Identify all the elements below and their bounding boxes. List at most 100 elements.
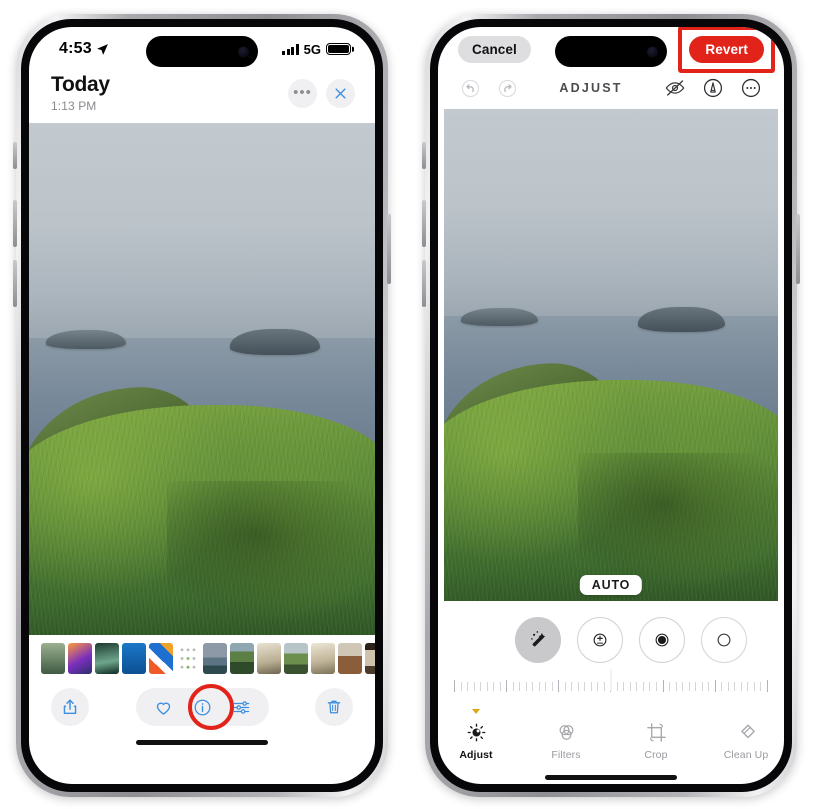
slider-tick bbox=[564, 681, 566, 691]
slider-tick bbox=[486, 681, 488, 691]
editor-more-button[interactable] bbox=[740, 77, 762, 99]
adjust-intensity-slider[interactable] bbox=[454, 669, 768, 697]
viewer-header: Today 1:13 PM ••• bbox=[29, 71, 375, 123]
front-camera-icon bbox=[238, 46, 249, 57]
mode-filters[interactable]: Filters bbox=[538, 709, 594, 761]
thumb-dog-b[interactable] bbox=[311, 643, 335, 674]
undo-button[interactable] bbox=[460, 78, 481, 99]
location-arrow-icon bbox=[96, 43, 108, 55]
auto-adjust-button[interactable] bbox=[515, 617, 561, 663]
power-button[interactable] bbox=[387, 214, 391, 284]
action-button[interactable] bbox=[13, 142, 17, 169]
cancel-button[interactable]: Cancel bbox=[458, 35, 531, 63]
editor-toolbar: ADJUST bbox=[438, 71, 784, 109]
auto-badge: AUTO bbox=[579, 575, 643, 595]
photo-editor-canvas[interactable]: AUTO bbox=[444, 109, 778, 601]
slider-tick bbox=[662, 680, 664, 692]
battery-icon bbox=[326, 42, 351, 56]
slider-tick bbox=[675, 681, 677, 691]
exposure-icon bbox=[593, 633, 607, 647]
info-button[interactable] bbox=[193, 698, 212, 717]
exposure-button[interactable] bbox=[577, 617, 623, 663]
thumb-room[interactable] bbox=[338, 643, 362, 674]
edit-adjust-button[interactable] bbox=[232, 698, 251, 717]
phone-left: 4:53 5G Today 1:13 PM ••• bbox=[13, 14, 391, 797]
volume-up-button[interactable] bbox=[422, 200, 426, 247]
slider-tick bbox=[714, 680, 716, 692]
close-button[interactable] bbox=[326, 79, 355, 108]
thumb-doorway[interactable] bbox=[365, 643, 375, 674]
thumb-forest[interactable] bbox=[41, 643, 65, 674]
more-options-button[interactable]: ••• bbox=[288, 79, 317, 108]
share-button[interactable] bbox=[51, 688, 89, 726]
volume-down-button[interactable] bbox=[422, 260, 426, 307]
slider-tick bbox=[519, 681, 521, 691]
photo-sky bbox=[29, 123, 375, 344]
mode-adjust[interactable]: Adjust bbox=[448, 709, 504, 761]
thumb-meadow[interactable] bbox=[284, 643, 308, 674]
slider-tick bbox=[727, 681, 729, 691]
thumb-dog-a[interactable] bbox=[257, 643, 281, 674]
slider-tick bbox=[467, 681, 469, 691]
slider-tick bbox=[577, 681, 579, 691]
thumb-sunset[interactable] bbox=[68, 643, 92, 674]
filters-circles-icon bbox=[559, 725, 573, 740]
photo-grass-shadow bbox=[577, 453, 778, 582]
home-indicator bbox=[545, 775, 677, 780]
phone-right: Cancel Revert ADJUST AUTO Adjust Filters… bbox=[422, 14, 800, 797]
markup-pen-circle-icon bbox=[703, 78, 723, 98]
thumb-iphone[interactable] bbox=[95, 643, 119, 674]
brilliance-icon bbox=[655, 633, 669, 647]
photos-viewer-screen: 4:53 5G Today 1:13 PM ••• bbox=[29, 27, 375, 784]
slider-thumb[interactable] bbox=[610, 669, 612, 691]
slider-tick bbox=[747, 681, 749, 691]
thumb-blue[interactable] bbox=[122, 643, 146, 674]
photo-image[interactable] bbox=[29, 123, 375, 635]
info-circle-icon bbox=[194, 699, 210, 715]
viewer-action-group bbox=[135, 684, 269, 730]
action-button[interactable] bbox=[422, 142, 426, 169]
photo-filmstrip[interactable] bbox=[29, 635, 375, 678]
dynamic-island bbox=[555, 36, 667, 67]
slider-tick bbox=[753, 681, 755, 691]
slider-tick bbox=[538, 681, 540, 691]
hide-markup-button[interactable] bbox=[664, 77, 686, 99]
thumb-field[interactable] bbox=[230, 643, 254, 674]
delete-button[interactable] bbox=[315, 688, 353, 726]
brilliance-button[interactable] bbox=[639, 617, 685, 663]
thumb-stripes[interactable] bbox=[149, 643, 173, 674]
slider-tick bbox=[740, 681, 742, 691]
redo-button[interactable] bbox=[497, 78, 518, 99]
mode-cleanup[interactable]: Clean Up bbox=[718, 709, 774, 761]
volume-up-button[interactable] bbox=[13, 200, 17, 247]
volume-down-button[interactable] bbox=[13, 260, 17, 307]
screenshot-stage: 4:53 5G Today 1:13 PM ••• Cancel Revert … bbox=[0, 0, 815, 809]
slider-tick bbox=[695, 681, 697, 691]
highlights-button[interactable] bbox=[701, 617, 747, 663]
mode-crop[interactable]: Crop bbox=[628, 709, 684, 761]
editor-mode-bar: Adjust Filters Crop Clean Up bbox=[438, 697, 784, 761]
trash-icon bbox=[327, 700, 341, 714]
revert-button[interactable]: Revert bbox=[689, 35, 764, 63]
favorite-button[interactable] bbox=[154, 698, 173, 717]
slider-tick bbox=[512, 681, 514, 691]
slider-tick bbox=[506, 680, 508, 692]
thumb-dot-grid[interactable] bbox=[176, 643, 200, 674]
viewer-toolbar bbox=[29, 678, 375, 730]
status-indicators: 5G bbox=[282, 42, 351, 57]
mode-cleanup-label: Clean Up bbox=[723, 749, 769, 761]
mode-crop-label: Crop bbox=[644, 749, 668, 761]
mode-selected-caret-icon bbox=[472, 709, 480, 714]
markup-button[interactable] bbox=[702, 77, 724, 99]
phone-left-bezel: 4:53 5G Today 1:13 PM ••• bbox=[21, 19, 383, 792]
adjustment-options-row[interactable] bbox=[438, 601, 784, 669]
power-button[interactable] bbox=[796, 214, 800, 284]
thumb-seascape[interactable] bbox=[203, 643, 227, 674]
photo-island-right bbox=[637, 306, 725, 333]
slider-tick bbox=[597, 681, 599, 691]
heart-icon bbox=[156, 702, 170, 715]
adjust-dial-icon bbox=[467, 723, 485, 742]
slider-tick bbox=[460, 681, 462, 691]
revert-button-wrapper: Revert bbox=[678, 27, 775, 73]
slider-tick bbox=[480, 681, 482, 691]
